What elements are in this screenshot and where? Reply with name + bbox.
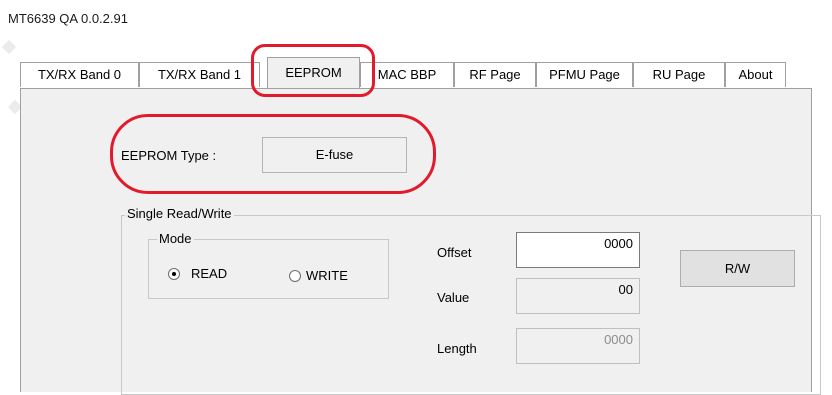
highlight-eeprom-type bbox=[110, 114, 436, 194]
tab-txrx-band-1[interactable]: TX/RX Band 1 bbox=[139, 62, 260, 87]
read-radio-button[interactable] bbox=[168, 268, 180, 280]
tab-ru-page[interactable]: RU Page bbox=[633, 62, 725, 87]
single-rw-title: Single Read/Write bbox=[125, 206, 234, 221]
tab-eeprom[interactable]: EEPROM bbox=[267, 57, 360, 88]
tab-about[interactable]: About bbox=[725, 62, 786, 87]
watermark-mark bbox=[1, 39, 17, 55]
offset-value: 0000 bbox=[604, 236, 633, 251]
rw-button[interactable]: R/W bbox=[680, 250, 795, 287]
tab-strip: TX/RX Band 0 TX/RX Band 1 EEPROM MAC BBP… bbox=[20, 57, 800, 89]
mode-title: Mode bbox=[157, 231, 194, 246]
length-value: 0000 bbox=[604, 332, 633, 347]
tab-rf-page[interactable]: RF Page bbox=[454, 62, 536, 87]
offset-input[interactable]: 0000 bbox=[516, 232, 640, 268]
length-input[interactable]: 0000 bbox=[516, 328, 640, 364]
write-radio-option[interactable]: WRITE bbox=[289, 268, 379, 284]
write-radio-button[interactable] bbox=[289, 270, 301, 282]
radio-dot bbox=[172, 272, 176, 276]
window-title: MT6639 QA 0.0.2.91 bbox=[8, 11, 128, 26]
tab-pfmu-page[interactable]: PFMU Page bbox=[536, 62, 633, 87]
value-input[interactable]: 00 bbox=[516, 278, 640, 314]
tab-txrx-band-0[interactable]: TX/RX Band 0 bbox=[20, 62, 139, 87]
write-radio-label: WRITE bbox=[306, 268, 348, 283]
read-radio-option[interactable]: READ bbox=[168, 266, 258, 282]
offset-label: Offset bbox=[437, 245, 472, 260]
value-label: Value bbox=[437, 290, 470, 305]
app-window: { "window": { "title": "MT6639 QA 0.0.2.… bbox=[0, 0, 832, 395]
read-radio-label: READ bbox=[191, 266, 228, 281]
value-value: 00 bbox=[618, 282, 633, 297]
length-label: Length bbox=[437, 341, 477, 356]
